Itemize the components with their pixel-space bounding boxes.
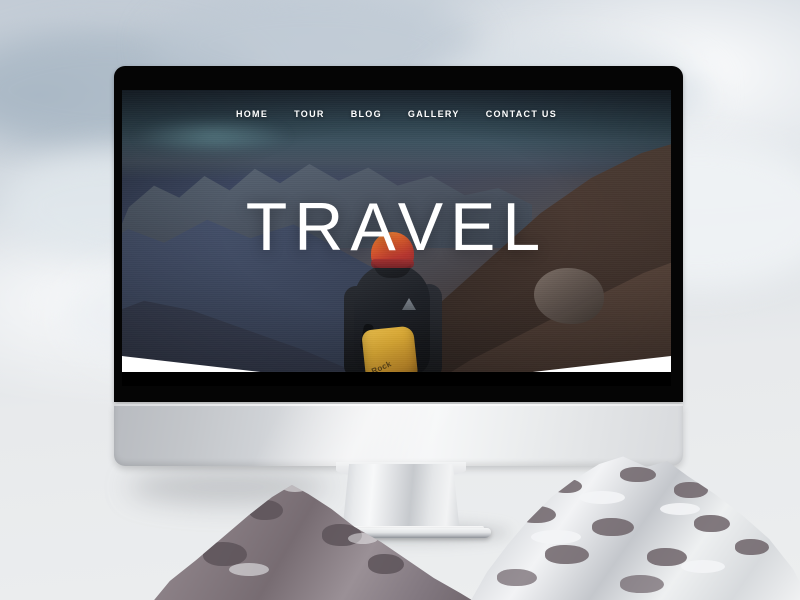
monitor-chin (114, 404, 683, 466)
hero-title: TRAVEL (245, 189, 548, 265)
monitor-stand-neck (342, 464, 460, 534)
nav-item-tour[interactable]: TOUR (281, 105, 338, 123)
boulder-rock (534, 268, 604, 324)
screenshot-stage: Rock HOME TOUR BLOG GALLERY CONTACT US T… (0, 0, 800, 600)
site-navigation: HOME TOUR BLOG GALLERY CONTACT US (122, 90, 671, 138)
nav-item-contact-us[interactable]: CONTACT US (473, 105, 570, 123)
chin-sheen-highlight (114, 404, 683, 466)
monitor-device: Rock HOME TOUR BLOG GALLERY CONTACT US T… (114, 66, 683, 466)
monitor-bezel: Rock HOME TOUR BLOG GALLERY CONTACT US T… (114, 66, 683, 402)
monitor-screen[interactable]: Rock HOME TOUR BLOG GALLERY CONTACT US T… (122, 90, 671, 386)
nav-item-home[interactable]: HOME (223, 105, 281, 123)
nav-item-gallery[interactable]: GALLERY (395, 105, 473, 123)
nav-item-blog[interactable]: BLOG (338, 105, 395, 123)
hero-bottom-strip (122, 372, 671, 386)
